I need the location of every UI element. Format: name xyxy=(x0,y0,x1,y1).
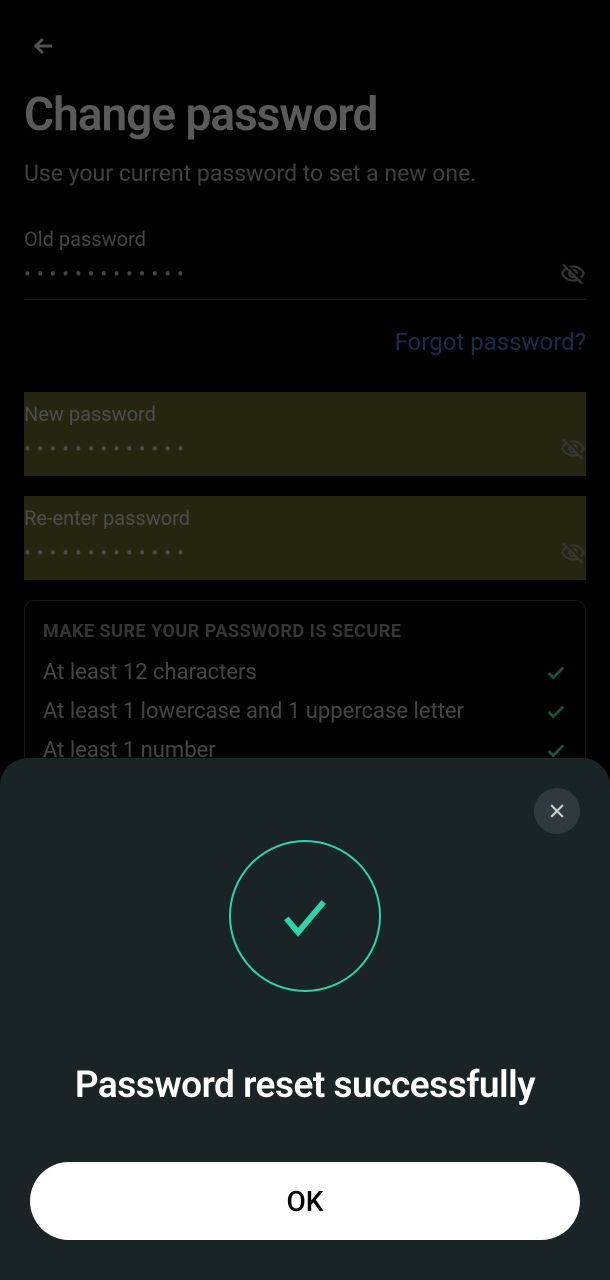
check-icon xyxy=(277,888,333,944)
ok-button[interactable]: OK xyxy=(30,1162,580,1240)
back-button[interactable] xyxy=(24,0,586,88)
old-password-label: Old password xyxy=(24,227,586,251)
old-password-field[interactable]: Old password ••••••••••••• xyxy=(24,227,586,300)
arrow-left-icon xyxy=(30,32,58,60)
reenter-password-field[interactable]: Re-enter password ••••••••••••• xyxy=(24,496,586,580)
close-icon xyxy=(547,801,567,821)
rule-text: At least 1 lowercase and 1 uppercase let… xyxy=(43,699,464,724)
new-password-value: ••••••••••••• xyxy=(24,437,560,461)
reenter-password-value: ••••••••••••• xyxy=(24,541,560,565)
page-subtitle: Use your current password to set a new o… xyxy=(24,160,586,187)
check-icon xyxy=(545,701,567,723)
success-modal: Password reset successfully OK xyxy=(0,758,610,1280)
modal-title: Password reset successfully xyxy=(75,1064,535,1107)
rule-row: At least 1 lowercase and 1 uppercase let… xyxy=(43,699,567,724)
close-button[interactable] xyxy=(534,788,580,834)
check-icon xyxy=(545,662,567,684)
page-title: Change password xyxy=(24,88,586,142)
new-password-label: New password xyxy=(24,402,586,426)
success-circle xyxy=(229,840,381,992)
visibility-off-icon[interactable] xyxy=(560,261,586,287)
old-password-value: ••••••••••••• xyxy=(24,262,560,286)
visibility-off-icon[interactable] xyxy=(560,540,586,566)
forgot-password-link[interactable]: Forgot password? xyxy=(24,328,586,356)
rule-text: At least 12 characters xyxy=(43,660,257,685)
ok-button-label: OK xyxy=(287,1185,324,1218)
rule-row: At least 12 characters xyxy=(43,660,567,685)
reenter-password-label: Re-enter password xyxy=(24,506,586,530)
visibility-off-icon[interactable] xyxy=(560,436,586,462)
rules-title: MAKE SURE YOUR PASSWORD IS SECURE xyxy=(43,621,567,642)
new-password-field[interactable]: New password ••••••••••••• xyxy=(24,392,586,476)
